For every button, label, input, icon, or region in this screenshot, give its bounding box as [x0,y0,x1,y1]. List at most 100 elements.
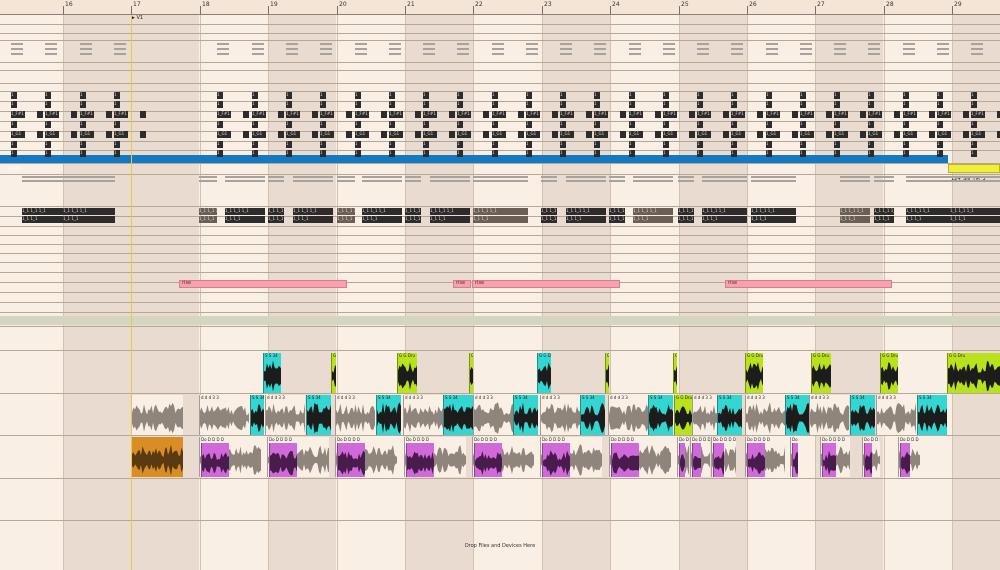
audio-clip[interactable]: G G Dru [880,353,898,393]
midi-clip[interactable] [929,111,935,118]
audio-clip[interactable]: S S 34 [785,395,810,435]
midi-clip[interactable]: 1 [45,101,51,108]
midi-clip[interactable]: 1 [663,150,669,157]
midi-clip[interactable]: 1 [355,121,361,128]
midi-clip[interactable] [963,131,969,138]
midi-clip[interactable]: 1_F#1 [80,111,94,118]
midi-clip[interactable]: 1 [971,141,977,148]
midi-clip[interactable]: 1 [45,141,51,148]
audio-clip[interactable] [131,437,183,477]
midi-clip[interactable]: 1 [80,150,86,157]
midi-clip[interactable]: 1_G1 [320,131,334,138]
midi-clip[interactable]: 1_G1 [560,131,574,138]
midi-clip[interactable]: 1_F#1 [766,111,780,118]
midi-clip[interactable]: 1_G1 [355,131,369,138]
midi-clip[interactable] [37,131,43,138]
midi-clip[interactable] [620,111,626,118]
midi-clip[interactable]: 1_G1 [937,131,951,138]
midi-clip[interactable]: 1 [217,121,223,128]
midi-clip[interactable]: 1_G1 [286,131,300,138]
arrangement-view[interactable]: 16 17 18 19 20 21 22 23 24 25 26 27 28 29 ...Audio 12… [0,0,1000,570]
midi-clip[interactable]: 1_F#1 [560,111,574,118]
midi-clip[interactable]: 1 [217,101,223,108]
audio-clip[interactable]: S S 34 [306,395,331,435]
midi-clip[interactable]: 1 [423,121,429,128]
audio-clip[interactable]: S S 34 [917,395,947,435]
drum-clip[interactable]: 1_1 1_1 [473,216,528,223]
midi-clip[interactable] [655,111,661,118]
audio-clip[interactable] [747,443,765,477]
midi-clip[interactable]: 1_F#1 [903,111,917,118]
midi-clip[interactable]: 1 [114,101,120,108]
midi-clip[interactable] [71,131,77,138]
midi-clip[interactable]: 1_G1 [731,131,745,138]
midi-clip[interactable] [518,111,524,118]
midi-clip[interactable]: 1 [355,141,361,148]
drum-clip[interactable]: 1_1 1_1 [840,216,870,223]
midi-clip[interactable] [723,131,729,138]
midi-clip[interactable] [106,131,112,138]
midi-clip[interactable] [620,131,626,138]
midi-clip[interactable]: 1_F#1 [457,111,471,118]
midi-clip[interactable]: 1 [937,101,943,108]
audio-clip[interactable]: d d d 3 3 [473,395,513,435]
audio-clip[interactable]: G G Dru [537,353,551,393]
midi-clip[interactable]: 1 [937,92,943,99]
midi-clip[interactable] [792,111,798,118]
midi-clip[interactable]: 1_G1 [697,131,711,138]
midi-clip[interactable]: 1 [11,150,17,157]
audio-clip[interactable]: S S 34 [648,395,673,435]
midi-clip[interactable]: 1_F#1 [526,111,540,118]
midi-clip[interactable] [278,131,284,138]
midi-clip[interactable]: 1_G1 [457,131,471,138]
audio-clip[interactable]: d d d 3 3 [809,395,849,435]
midi-clip[interactable]: 1 [492,121,498,128]
midi-clip[interactable] [346,111,352,118]
midi-clip[interactable] [689,131,695,138]
audio-clip[interactable]: G G Dru [469,353,473,393]
midi-clip[interactable] [243,111,249,118]
midi-clip[interactable]: 1 [389,101,395,108]
midi-clip[interactable]: 1 [731,101,737,108]
midi-clip[interactable]: 1_G1 [903,131,917,138]
midi-clip[interactable] [140,131,146,138]
drum-clip[interactable]: 1_1 1_1 1_1 [473,208,528,215]
drum-clip[interactable]: 1_1 1_1 [405,216,421,223]
drum-clip[interactable]: 1_1 1_1 1_1 [225,208,265,215]
audio-clip[interactable]: S S 34 [250,395,264,435]
audio-clip[interactable]: d d d 3 3 [692,395,717,435]
midi-clip[interactable]: 1 [834,141,840,148]
midi-clip[interactable]: 1 [971,150,977,157]
midi-clip[interactable]: 1 [903,92,909,99]
midi-clip[interactable]: 1 [80,141,86,148]
midi-clip[interactable]: 1 [252,92,258,99]
drum-clip[interactable]: 1_1 1_1 1_1 [840,208,870,215]
midi-clip[interactable] [381,111,387,118]
midi-clip[interactable]: 1 [457,141,463,148]
midi-clip[interactable]: 1 [389,141,395,148]
midi-clip[interactable]: 1 [800,150,806,157]
midi-clip[interactable]: 1_F#1 [114,111,128,118]
beat-time-ruler[interactable]: 16 17 18 19 20 21 22 23 24 25 26 27 28 29 [0,0,1000,15]
midi-clip[interactable] [586,111,592,118]
midi-clip[interactable]: 1 [11,101,17,108]
midi-clip[interactable]: 1 [320,121,326,128]
drum-clip[interactable]: 1_1 1_1 [541,216,557,223]
audio-clip[interactable] [542,443,570,477]
midi-clip[interactable] [140,111,146,118]
audio-clip[interactable]: G G Dru [674,395,692,435]
midi-clip[interactable]: 1 [834,92,840,99]
midi-clip[interactable]: 1 [11,121,17,128]
midi-clip[interactable]: 1 [629,101,635,108]
midi-clip[interactable]: 1 [457,121,463,128]
audio-clip[interactable]: d d d 3 3 [540,395,580,435]
audio-clip[interactable]: S S 34 [513,395,538,435]
drum-clip[interactable]: 1_1 1_1 1_1 [199,208,217,215]
midi-clip[interactable] [552,131,558,138]
audio-clip[interactable]: d d d 3 3 [608,395,648,435]
yellow-clip[interactable]: 124_SN_TM_3 [948,164,1000,182]
midi-clip[interactable] [278,111,284,118]
drum-clip[interactable]: 1_1 1_1 [63,216,115,223]
drum-clip[interactable]: 1_1 1_1 [293,216,333,223]
midi-clip[interactable]: 1 [286,121,292,128]
